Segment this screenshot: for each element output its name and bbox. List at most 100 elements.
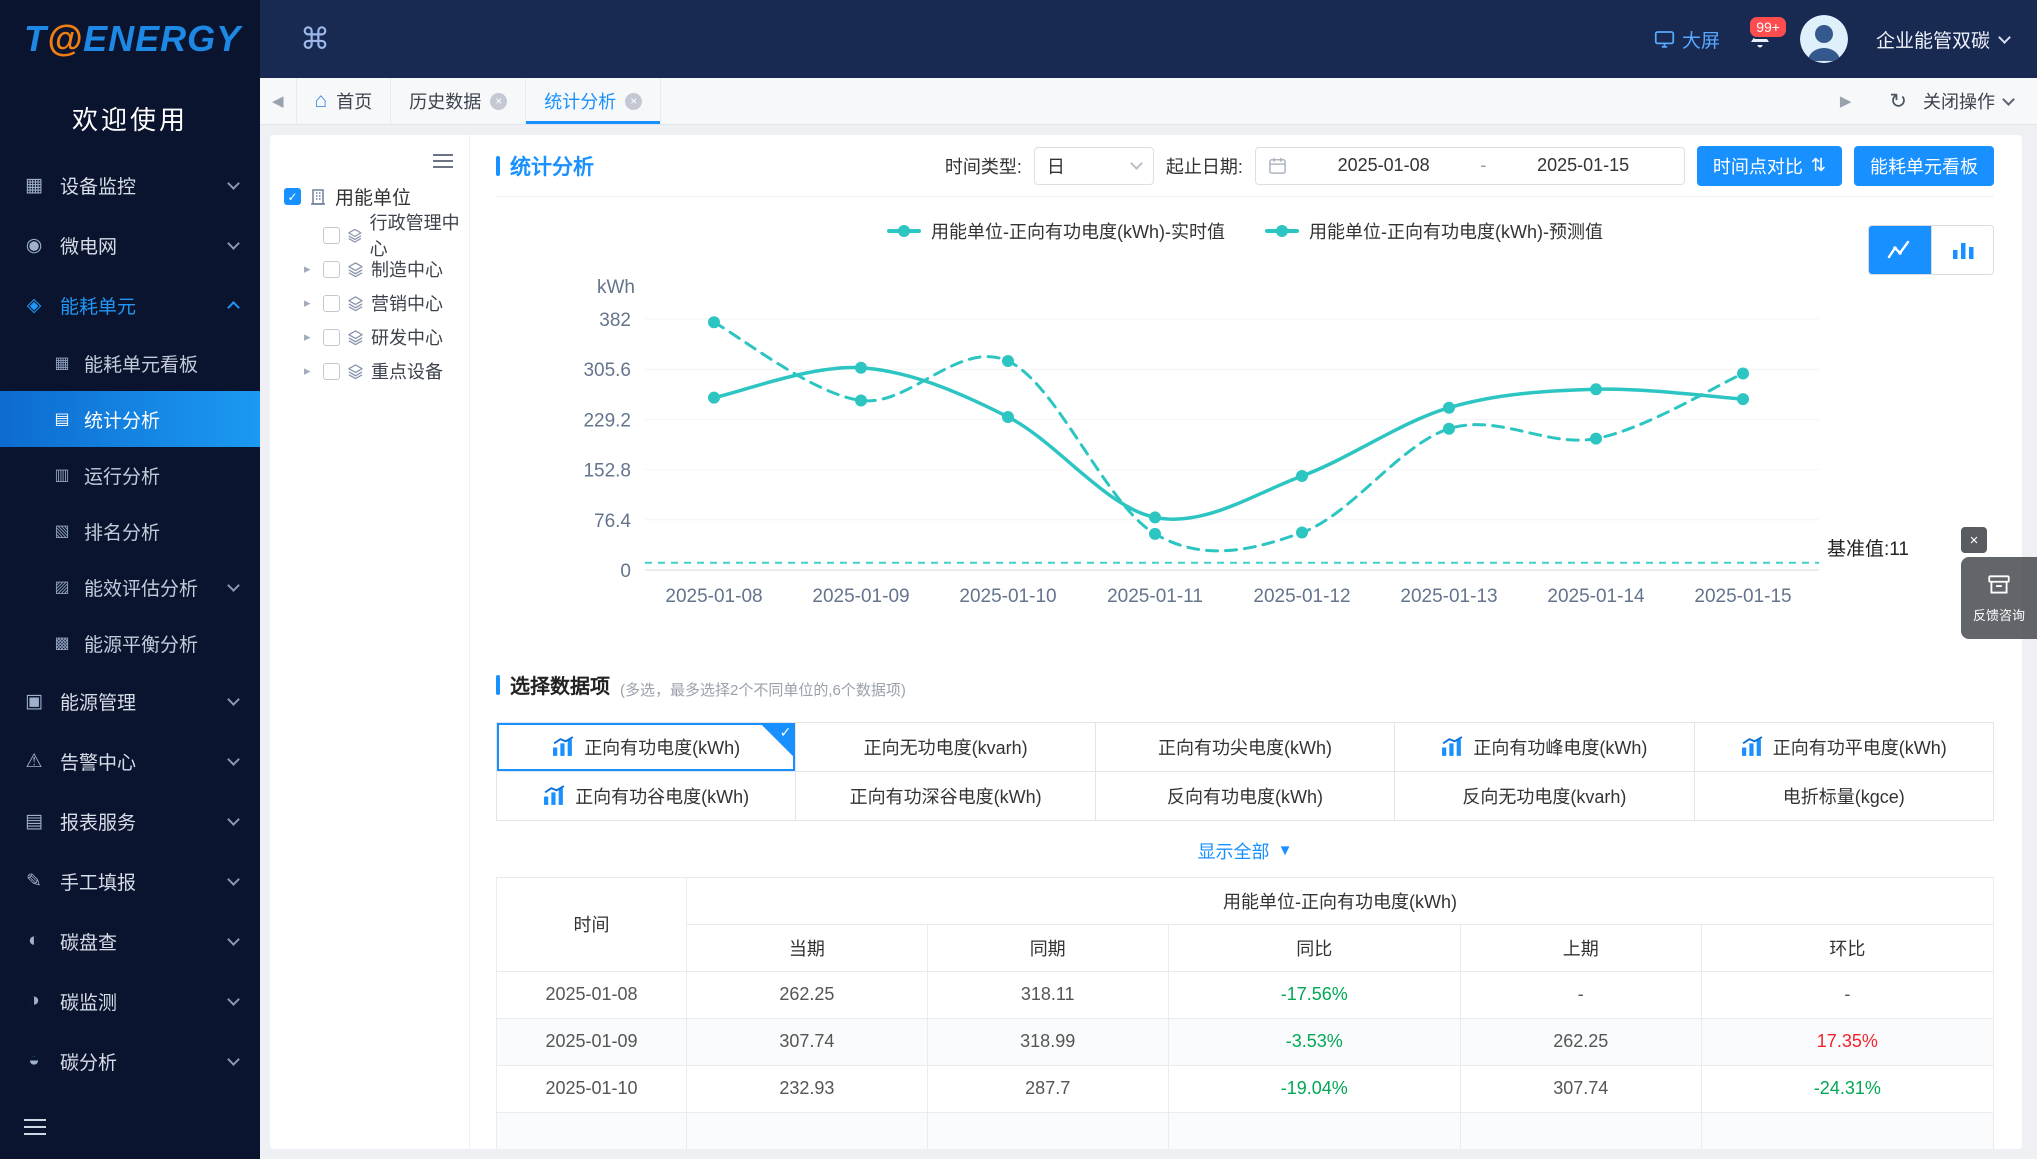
feedback-button[interactable]: 反馈咨询 bbox=[1961, 557, 2037, 639]
close-operations-dropdown[interactable]: 关闭操作 bbox=[1923, 88, 2015, 114]
sidebar-submenu-item[interactable]: ▦ 能耗单元看板 bbox=[0, 335, 260, 391]
caret-right-icon[interactable]: ▸ bbox=[304, 261, 316, 277]
main-pane: 统计分析 时间类型: 日 起止日期: 2025-01-08 - 2025-01-… bbox=[470, 135, 2022, 1149]
show-all-button[interactable]: 显示全部 ▼ bbox=[496, 837, 1994, 865]
submenu-label: 能耗单元看板 bbox=[84, 354, 199, 376]
tree-checkbox[interactable] bbox=[323, 294, 340, 312]
big-screen-button[interactable]: 大屏 bbox=[1654, 26, 1720, 53]
table-cell: 318.99 bbox=[926, 1017, 1169, 1066]
logo-text: T bbox=[24, 18, 47, 59]
sidebar-menu-group: ◑ 碳监测 bbox=[0, 971, 260, 1031]
tree-checkbox[interactable] bbox=[323, 226, 340, 244]
svg-text:0: 0 bbox=[620, 561, 631, 582]
sidebar-menu-item[interactable]: ◉ 微电网 bbox=[0, 215, 260, 275]
svg-text:2025-01-13: 2025-01-13 bbox=[1400, 586, 1497, 607]
energy-unit-board-button[interactable]: 能耗单元看板 bbox=[1854, 145, 1994, 186]
sidebar-menu-item[interactable]: ◑ 碳监测 bbox=[0, 971, 260, 1031]
sidebar-menu-item[interactable]: ◒ 碳分析 bbox=[0, 1031, 260, 1091]
data-item-cell[interactable]: 正向有功深谷电度(kWh) bbox=[796, 771, 1096, 821]
tabs: ⌂ 首页 历史数据 × 统计分析 × bbox=[295, 78, 662, 124]
data-item-cell[interactable]: 正向有功电度(kWh) ✓ bbox=[497, 722, 797, 772]
tab[interactable]: 统计分析 × bbox=[526, 78, 662, 124]
sidebar-submenu-item[interactable]: ▨ 能效评估分析 bbox=[0, 559, 260, 615]
tabs-scroll-right-icon[interactable]: ▶ bbox=[1828, 92, 1864, 110]
sidebar-menu-item[interactable]: ▤ 报表服务 bbox=[0, 791, 260, 851]
tabs-scroll-left-icon[interactable]: ◀ bbox=[260, 92, 296, 110]
sidebar-menu-group: ▦ 设备监控 bbox=[0, 155, 260, 215]
data-item-label: 正向有功电度(kWh) bbox=[584, 737, 741, 758]
collapse-menu-icon[interactable] bbox=[24, 1126, 46, 1128]
tab-close-icon[interactable]: × bbox=[625, 92, 643, 110]
tree-checkbox[interactable] bbox=[323, 328, 340, 346]
time-type-select[interactable]: 日 bbox=[1033, 146, 1154, 185]
legend-item[interactable]: 用能单位-正向有功电度(kWh)-实时值 bbox=[887, 218, 1225, 244]
tree-root-checkbox[interactable]: ✓ bbox=[284, 188, 301, 205]
sidebar-menu-item[interactable]: ▦ 设备监控 bbox=[0, 155, 260, 215]
sidebar-submenu-item[interactable]: ▧ 排名分析 bbox=[0, 503, 260, 559]
sidebar-submenu-item[interactable]: ▥ 运行分析 bbox=[0, 447, 260, 503]
title-accent-bar bbox=[496, 155, 500, 176]
time-point-compare-button[interactable]: 时间点对比 ⇅ bbox=[1696, 145, 1842, 186]
chevron-down-icon bbox=[1130, 157, 1143, 170]
tab-close-icon[interactable]: × bbox=[490, 92, 508, 110]
caret-right-icon[interactable]: ▸ bbox=[304, 363, 316, 379]
bar-chart-toggle[interactable] bbox=[1931, 226, 1993, 274]
sidebar-menu-group: ✎ 手工填报 bbox=[0, 851, 260, 911]
tree-checkbox[interactable] bbox=[323, 362, 340, 380]
tree-item[interactable]: ▸ 行政管理中心 bbox=[304, 213, 469, 259]
sidebar-submenu-item[interactable]: ▤ 统计分析 bbox=[0, 391, 260, 447]
data-item-cell[interactable]: 正向有功峰电度(kWh) bbox=[1395, 722, 1695, 772]
data-item-cell[interactable]: 电折标量(kgce) bbox=[1694, 771, 1994, 821]
data-item-cell[interactable]: 正向有功平电度(kWh) bbox=[1694, 722, 1994, 772]
tab[interactable]: ⌂ 首页 bbox=[295, 78, 392, 124]
sidebar-menu-item[interactable]: ⚠ 告警中心 bbox=[0, 731, 260, 791]
date-range-input[interactable]: 2025-01-08 - 2025-01-15 bbox=[1254, 146, 1685, 185]
data-item-label: 反向有功电度(kWh) bbox=[1166, 786, 1323, 807]
sidebar-menu-item[interactable]: ✎ 手工填报 bbox=[0, 851, 260, 911]
user-avatar[interactable] bbox=[1799, 15, 1848, 63]
chart-type-toggles bbox=[1868, 225, 1994, 275]
series-marker-icon bbox=[1265, 229, 1299, 233]
sidebar-menu-item[interactable]: ◐ 碳盘查 bbox=[0, 911, 260, 971]
org-switcher[interactable]: 企业能管双碳 bbox=[1876, 26, 2011, 53]
data-item-cell[interactable]: 反向有功电度(kWh) bbox=[1095, 771, 1396, 821]
line-chart-toggle[interactable] bbox=[1869, 226, 1931, 274]
tab[interactable]: 历史数据 × bbox=[391, 78, 527, 124]
sidebar-submenu-item[interactable]: ▩ 能源平衡分析 bbox=[0, 615, 260, 671]
data-item-cell[interactable]: 正向有功尖电度(kWh) bbox=[1095, 722, 1396, 772]
table-header: 时间 用能单位-正向有功电度(kWh) 当期 同期 同比 上期 环比 bbox=[496, 876, 1995, 972]
end-date-value[interactable]: 2025-01-15 bbox=[1494, 155, 1672, 176]
welcome-text: 欢迎使用 bbox=[71, 105, 188, 135]
legend-item[interactable]: 用能单位-正向有功电度(kWh)-预测值 bbox=[1265, 218, 1603, 244]
tree-item[interactable]: ▸ 研发中心 bbox=[304, 320, 469, 354]
refresh-icon[interactable]: ↻ bbox=[1889, 89, 1907, 114]
data-item-label: 正向有功峰电度(kWh) bbox=[1473, 737, 1648, 758]
tree-item[interactable]: ▸ 重点设备 bbox=[304, 354, 469, 388]
command-icon[interactable]: ⌘ bbox=[300, 22, 330, 57]
data-item-label: 正向有功深谷电度(kWh) bbox=[849, 786, 1042, 807]
sidebar-menu-item[interactable]: ▣ 能源管理 bbox=[0, 671, 260, 731]
show-all-label: 显示全部 bbox=[1197, 841, 1270, 862]
close-icon[interactable]: × bbox=[1961, 527, 1987, 553]
tree-collapse-icon[interactable] bbox=[433, 160, 453, 162]
menu-label: 报表服务 bbox=[60, 812, 137, 834]
notifications-button[interactable]: 99+ bbox=[1748, 14, 1788, 54]
caret-right-icon[interactable]: ▸ bbox=[304, 295, 316, 311]
logo-text-rest: ENERGY bbox=[83, 18, 242, 59]
run-icon: ▥ bbox=[54, 467, 70, 484]
tree-item-label: 行政管理中心 bbox=[369, 213, 460, 259]
data-item-cell[interactable]: 正向有功谷电度(kWh) bbox=[497, 771, 797, 821]
alarm-icon: ⚠ bbox=[25, 750, 43, 772]
evaluate-icon: ▨ bbox=[54, 579, 70, 596]
start-date-value[interactable]: 2025-01-08 bbox=[1295, 155, 1473, 176]
balance-icon: ▩ bbox=[54, 635, 70, 652]
sidebar-menu-item[interactable]: ◈ 能耗单元 bbox=[0, 275, 260, 335]
data-item-label: 正向有功谷电度(kWh) bbox=[575, 786, 750, 807]
tree-checkbox[interactable] bbox=[323, 260, 340, 278]
tree-item[interactable]: ▸ 营销中心 bbox=[304, 286, 469, 320]
data-item-cell[interactable]: 正向无功电度(kvarh) bbox=[796, 722, 1096, 772]
submenu-label: 统计分析 bbox=[84, 410, 161, 432]
chevron-icon bbox=[227, 932, 240, 946]
caret-right-icon[interactable]: ▸ bbox=[304, 329, 316, 345]
data-item-cell[interactable]: 反向无功电度(kvarh) bbox=[1395, 771, 1695, 821]
